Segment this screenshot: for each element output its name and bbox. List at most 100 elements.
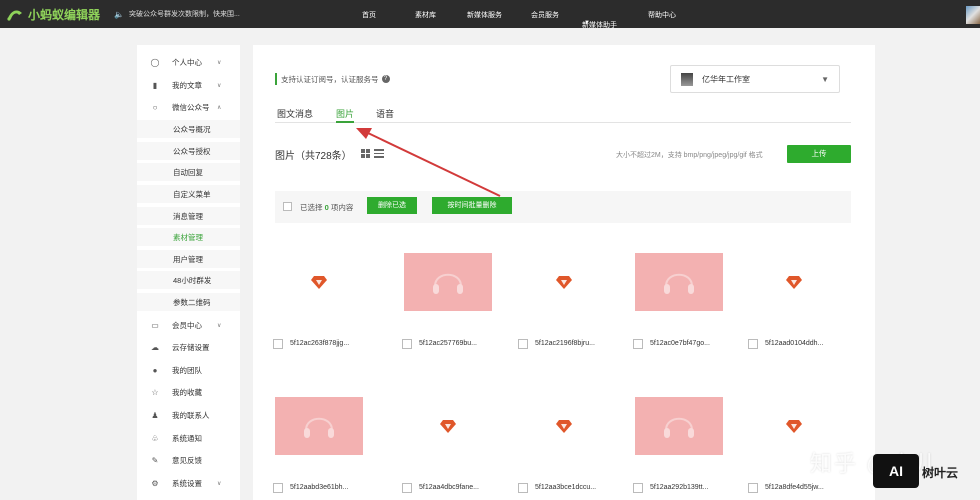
sidebar-subitem-materials[interactable]: 素材管理	[137, 228, 240, 246]
grid-view-icon[interactable]	[361, 149, 370, 158]
gear-icon: ⚙	[151, 478, 159, 488]
sidebar-item-my-team[interactable]: ● 我的团队	[137, 361, 240, 379]
tab-voice[interactable]: 语音	[376, 107, 394, 120]
image-placeholder[interactable]	[750, 253, 838, 311]
image-thumbnail[interactable]	[404, 253, 492, 311]
support-note: 支持认证订阅号，认证服务号 ?	[275, 73, 390, 85]
image-checkbox[interactable]	[273, 483, 283, 493]
sidebar-subitem-label: 48小时群发	[173, 275, 212, 285]
image-card[interactable]: 5f12ac263f878jjg...	[273, 253, 363, 361]
image-filename: 5f12ac0e7bf47go...	[650, 340, 710, 347]
diamond-icon	[786, 420, 802, 433]
image-checkbox[interactable]	[402, 339, 412, 349]
headphones-image-icon	[664, 273, 694, 294]
image-card[interactable]: 5f12ac0e7bf47go...	[633, 253, 723, 361]
wechat-icon: ○	[152, 102, 158, 112]
chevron-down-icon: ∨	[217, 322, 222, 329]
diamond-icon	[311, 276, 327, 289]
image-checkbox[interactable]	[633, 339, 643, 349]
image-placeholder[interactable]	[520, 397, 608, 455]
sidebar-item-label: 个人中心	[172, 57, 202, 67]
image-placeholder[interactable]	[520, 253, 608, 311]
list-view-icon[interactable]	[374, 149, 384, 158]
sidebar-subitem-label: 自动回复	[173, 167, 203, 177]
image-thumbnail[interactable]	[635, 397, 723, 455]
watermark: 知乎 @介儿 AI 树叶云	[810, 428, 980, 500]
sidebar-subitem-account-auth[interactable]: 公众号授权	[137, 142, 240, 160]
image-checkbox[interactable]	[273, 339, 283, 349]
selection-bar: 已选择 0 项内容 删除已选 按时间批量删除	[275, 191, 851, 223]
image-card[interactable]: 5f12ac2196f8bjru...	[518, 253, 608, 361]
sidebar-subitem-auto-reply[interactable]: 自动回复	[137, 163, 240, 181]
app-logo[interactable]: 小蚂蚁编辑器	[6, 6, 100, 23]
sidebar-subitem-label: 用户管理	[173, 254, 203, 264]
notice-bar[interactable]: 🔈 突破公众号群发次数限制，快来围...	[114, 9, 240, 19]
nav-membership[interactable]: 会员服务	[531, 10, 559, 20]
selection-suffix: 项内容	[330, 203, 354, 212]
sidebar-item-member-center[interactable]: ▭ 会员中心 ∨	[137, 316, 240, 334]
delete-selected-button[interactable]: 删除已选	[367, 197, 417, 214]
image-checkbox[interactable]	[518, 339, 528, 349]
cloud-icon: ☁	[151, 342, 159, 352]
sidebar: ◯ 个人中心 ∨ ▮ 我的文章 ∨ ○ 微信公众号 ∧ 公众号概况 公众号授权 …	[137, 45, 240, 500]
account-avatar	[681, 73, 693, 86]
sidebar-item-label: 系统通知	[172, 433, 202, 443]
select-all-checkbox[interactable]	[283, 202, 292, 211]
main-panel: 支持认证订阅号，认证服务号 ? 亿华年工作室 ▼ 图文消息 图片 语音 图片（共…	[253, 45, 875, 500]
upload-button[interactable]: 上传	[787, 145, 851, 163]
chevron-down-icon: ▼	[584, 20, 590, 26]
image-checkbox[interactable]	[402, 483, 412, 493]
image-filename: 5f12aa292b139tt...	[650, 484, 709, 491]
image-checkbox[interactable]	[518, 483, 528, 493]
user-icon: ◯	[150, 57, 160, 67]
sidebar-subitem-label: 素材管理	[173, 232, 203, 242]
image-thumbnail[interactable]	[635, 253, 723, 311]
sidebar-subitem-messages[interactable]: 消息管理	[137, 207, 240, 225]
edit-icon: ✎	[151, 455, 159, 465]
avatar[interactable]	[966, 6, 980, 24]
nav-materials[interactable]: 素材库	[415, 10, 436, 20]
sidebar-item-contacts[interactable]: ♟ 我的联系人	[137, 406, 240, 424]
tab-images[interactable]: 图片	[336, 107, 355, 123]
sidebar-item-settings[interactable]: ⚙ 系统设置 ∨	[137, 474, 240, 492]
sidebar-subitem-label: 参数二维码	[173, 297, 211, 307]
image-filename: 5f12aabd3e61bh...	[290, 484, 349, 491]
image-card[interactable]: 5f12aa4dbc9fane...	[402, 397, 492, 500]
sidebar-subitem-custom-menu[interactable]: 自定义菜单	[137, 185, 240, 203]
image-thumbnail[interactable]	[275, 397, 363, 455]
image-card[interactable]: 5f12aad0104ddh...	[748, 253, 838, 361]
sidebar-item-personal-center[interactable]: ◯ 个人中心 ∨	[137, 53, 240, 71]
account-select[interactable]: 亿华年工作室 ▼	[670, 65, 840, 93]
nav-help[interactable]: 帮助中心	[648, 10, 676, 20]
delete-by-time-button[interactable]: 按时间批量删除	[432, 197, 512, 214]
account-name: 亿华年工作室	[702, 74, 750, 84]
material-tabs: 图文消息 图片 语音	[275, 103, 851, 123]
sidebar-subitem-48h-broadcast[interactable]: 48小时群发	[137, 271, 240, 289]
image-card[interactable]: 5f12aa292b139tt...	[633, 397, 723, 500]
sidebar-item-cloud-storage[interactable]: ☁ 云存储设置	[137, 338, 240, 356]
image-checkbox[interactable]	[748, 483, 758, 493]
sidebar-subitem-qrcode[interactable]: 参数二维码	[137, 293, 240, 311]
sidebar-item-favorites[interactable]: ☆ 我的收藏	[137, 383, 240, 401]
image-filename: 5f12ac263f878jjg...	[290, 340, 350, 347]
image-placeholder[interactable]	[275, 253, 363, 311]
sidebar-subitem-users[interactable]: 用户管理	[137, 250, 240, 268]
upload-hint: 大小不超过2M，支持 bmp/png/jpeg/jpg/gif 格式	[616, 152, 763, 159]
sidebar-item-wechat[interactable]: ○ 微信公众号 ∧	[137, 98, 240, 116]
help-icon[interactable]: ?	[381, 75, 390, 83]
image-card[interactable]: 5f12ac257769bu...	[402, 253, 492, 361]
nav-home[interactable]: 首页	[362, 10, 376, 20]
image-card[interactable]: 5f12aa3bce1dccu...	[518, 397, 608, 500]
sidebar-item-my-articles[interactable]: ▮ 我的文章 ∨	[137, 76, 240, 94]
sidebar-item-notifications[interactable]: ♧ 系统通知	[137, 429, 240, 447]
selection-prefix: 已选择	[300, 203, 323, 212]
sidebar-item-feedback[interactable]: ✎ 意见反馈	[137, 451, 240, 469]
nav-media-service[interactable]: 新媒体服务	[467, 10, 502, 20]
images-title: 图片（共728条）	[275, 151, 352, 162]
image-placeholder[interactable]	[404, 397, 492, 455]
tab-articles[interactable]: 图文消息	[277, 107, 313, 120]
sidebar-subitem-account-overview[interactable]: 公众号概况	[137, 120, 240, 138]
image-card[interactable]: 5f12aabd3e61bh...	[273, 397, 363, 500]
image-checkbox[interactable]	[748, 339, 758, 349]
image-checkbox[interactable]	[633, 483, 643, 493]
